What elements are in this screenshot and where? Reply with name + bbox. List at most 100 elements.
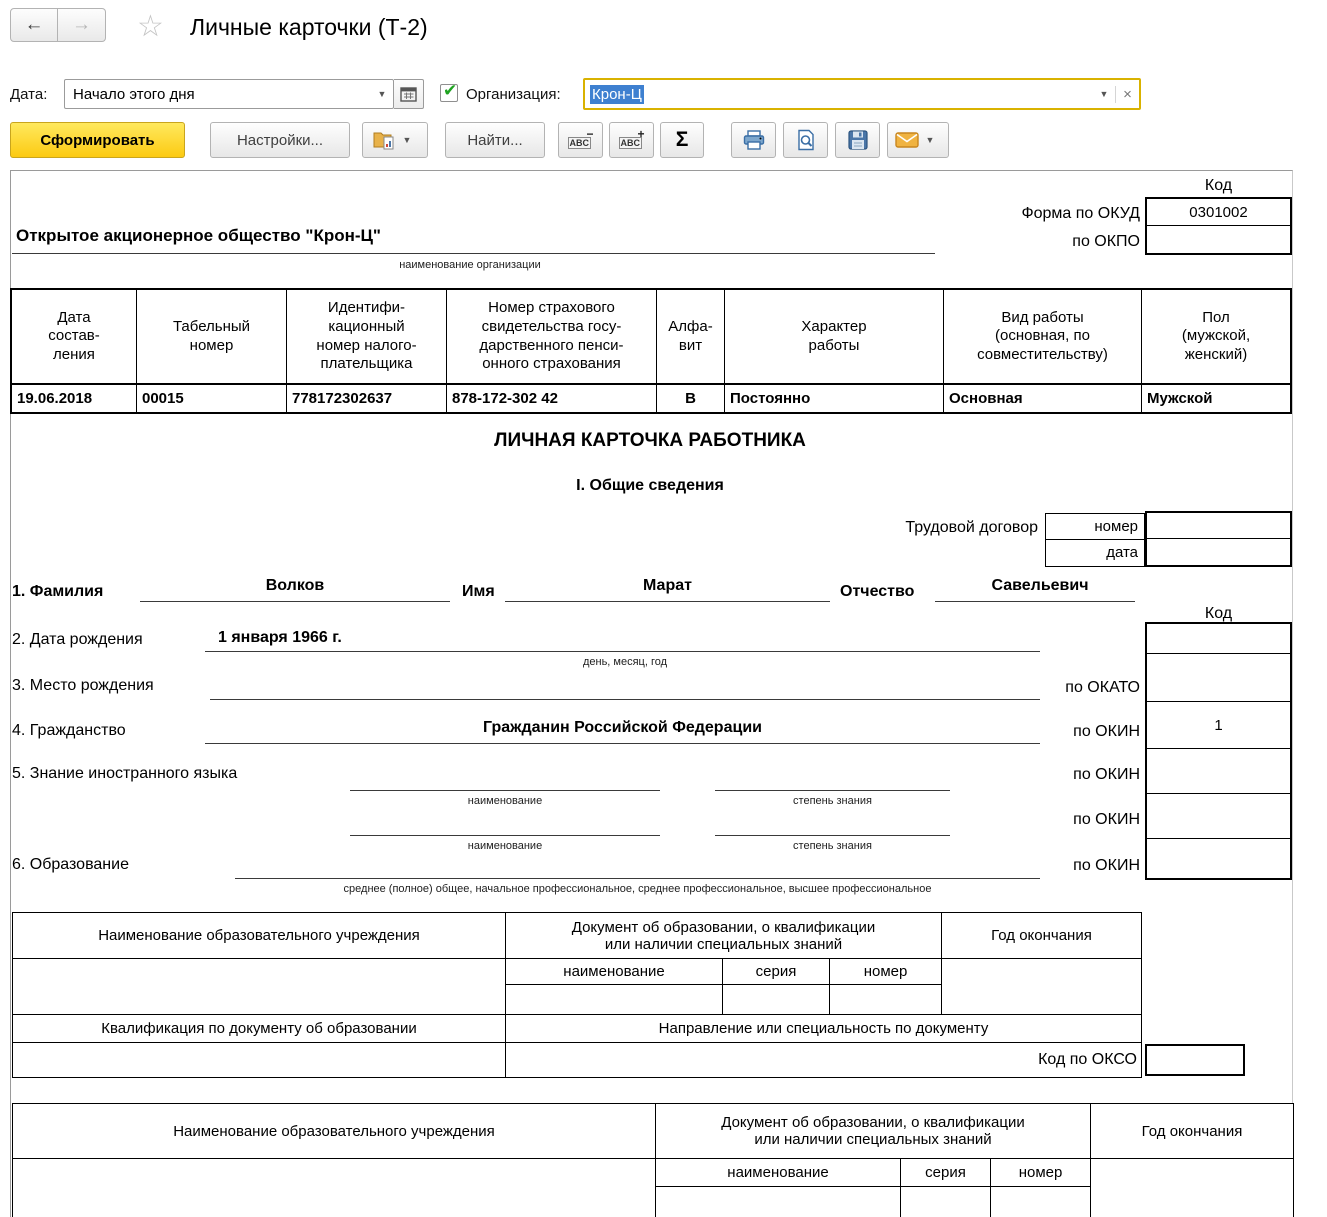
lang1-degree-underline bbox=[715, 790, 950, 791]
section1-code-column: 1 bbox=[1145, 622, 1292, 880]
totals-button[interactable]: Σ bbox=[660, 122, 704, 158]
edu1-year-cell bbox=[942, 959, 1141, 1015]
settings-button[interactable]: Настройки... bbox=[210, 122, 350, 158]
calendar-button[interactable] bbox=[394, 79, 424, 109]
education-underline bbox=[235, 878, 1040, 879]
date-period-value: Начало этого дня bbox=[65, 86, 371, 103]
patronymic-value: Савельевич bbox=[935, 577, 1145, 595]
find-button[interactable]: Найти... bbox=[445, 122, 545, 158]
report-variants-button[interactable]: ▼ bbox=[362, 122, 428, 158]
edu1-doc-name-header: наименование bbox=[506, 959, 723, 985]
cell-snils: 878-172-302 42 bbox=[447, 385, 657, 412]
edu2-doc-series-cell bbox=[901, 1187, 991, 1217]
save-icon bbox=[847, 129, 869, 151]
birthplace-label: 3. Место рождения bbox=[12, 677, 154, 695]
contract-number-label: номер bbox=[1046, 514, 1144, 540]
edu1-doc-series-cell bbox=[723, 985, 830, 1015]
personal-cards-report-window: ←→ ☆ Личные карточки (Т-2) Дата: Начало … bbox=[0, 0, 1327, 1217]
organization-label: Организация: bbox=[466, 86, 561, 103]
chevron-down-icon[interactable]: ▼ bbox=[1093, 89, 1115, 99]
edu1-doc-series-header: серия bbox=[723, 959, 830, 985]
collapse-groups-icon: ABC− bbox=[568, 130, 594, 150]
chevron-down-icon[interactable]: ▼ bbox=[371, 89, 393, 99]
code-column-header: Код bbox=[1145, 177, 1292, 195]
okin-lang1-label: по ОКИН bbox=[990, 766, 1140, 784]
nav-buttons: ←→ bbox=[10, 8, 106, 42]
lang1-name-caption: наименование bbox=[350, 795, 660, 807]
send-mail-button[interactable]: ▼ bbox=[887, 122, 949, 158]
surname-label: 1. Фамилия bbox=[12, 583, 103, 601]
firstname-underline bbox=[505, 601, 830, 602]
print-button[interactable] bbox=[731, 122, 776, 158]
edu1-okso-label: Код по ОКСО bbox=[506, 1043, 1141, 1077]
generate-button[interactable]: Сформировать bbox=[10, 122, 185, 158]
page-title: Личные карточки (Т-2) bbox=[190, 14, 428, 41]
lang2-degree-caption: степень знания bbox=[715, 840, 950, 852]
edu2-institution-cell bbox=[13, 1159, 656, 1217]
lang1-name-underline bbox=[350, 790, 660, 791]
citizenship-underline bbox=[205, 743, 1040, 744]
contract-number-value bbox=[1147, 513, 1290, 539]
edu1-document-header: Документ об образовании, о квалификации … bbox=[506, 913, 942, 959]
cell-date: 19.06.2018 bbox=[12, 385, 137, 412]
edu1-qualification-header: Квалификация по документу об образовании bbox=[13, 1015, 506, 1043]
favorite-star-icon[interactable]: ☆ bbox=[137, 12, 164, 42]
labor-contract-label: Трудовой договор bbox=[830, 519, 1038, 537]
expand-groups-icon: ABC+ bbox=[619, 130, 645, 150]
firstname-label: Имя bbox=[462, 583, 495, 601]
date-period-select[interactable]: Начало этого дня ▼ bbox=[64, 79, 394, 109]
col-header-personnel-no: Табельный номер bbox=[137, 290, 287, 385]
edu2-year-header: Год окончания bbox=[1091, 1104, 1293, 1159]
date-label: Дата: bbox=[10, 86, 47, 103]
expand-groups-button[interactable]: ABC+ bbox=[609, 122, 654, 158]
birthdate-value: 1 января 1966 г. bbox=[218, 629, 342, 647]
collapse-groups-button[interactable]: ABC− bbox=[558, 122, 603, 158]
code-cell-birthdate bbox=[1147, 624, 1290, 654]
col-header-sex: Пол (мужской, женский) bbox=[1142, 290, 1290, 385]
edu1-institution-cell bbox=[13, 959, 506, 1015]
checkmark-icon: ✔ bbox=[443, 81, 457, 101]
col-header-snils: Номер страхового свидетельства госу- дар… bbox=[447, 290, 657, 385]
sum-icon: Σ bbox=[676, 128, 689, 152]
edu2-institution-header: Наименование образовательного учреждения bbox=[13, 1104, 656, 1159]
lang2-name-caption: наименование bbox=[350, 840, 660, 852]
labor-contract-values-box bbox=[1145, 511, 1292, 567]
cell-personnel-no: 00015 bbox=[137, 385, 287, 412]
education-table-1: Наименование образовательного учреждения… bbox=[12, 912, 1142, 1078]
contract-date-value bbox=[1147, 539, 1290, 565]
surname-underline bbox=[140, 601, 450, 602]
birthdate-underline bbox=[205, 651, 1040, 652]
forward-button[interactable]: → bbox=[58, 8, 106, 42]
chevron-down-icon[interactable]: ▼ bbox=[396, 135, 418, 145]
edu2-doc-number-header: номер bbox=[991, 1159, 1091, 1187]
okin-citizenship-label: по ОКИН bbox=[990, 723, 1140, 741]
mail-icon bbox=[895, 131, 919, 149]
clear-field-icon[interactable]: × bbox=[1115, 86, 1139, 103]
chevron-down-icon[interactable]: ▼ bbox=[919, 135, 941, 145]
okin-education-label: по ОКИН bbox=[990, 857, 1140, 875]
edu2-year-cell bbox=[1091, 1159, 1293, 1217]
edu1-qualification-cell bbox=[13, 1043, 506, 1077]
cell-alphabet: В bbox=[657, 385, 725, 412]
report-variants-icon bbox=[372, 129, 396, 151]
organization-input[interactable]: Крон-Ц ▼ × bbox=[583, 78, 1141, 110]
save-button[interactable] bbox=[835, 122, 880, 158]
code-cell-okin-lang2 bbox=[1147, 794, 1290, 839]
calendar-icon bbox=[400, 86, 417, 102]
edu1-year-header: Год окончания bbox=[942, 913, 1141, 959]
okud-okpo-codes-box: 0301002 bbox=[1145, 197, 1292, 255]
edu2-doc-name-cell bbox=[656, 1187, 901, 1217]
edu2-doc-number-cell bbox=[991, 1187, 1091, 1217]
citizenship-label: 4. Гражданство bbox=[12, 722, 126, 740]
col-header-inn: Идентифи- кационный номер налого- плател… bbox=[287, 290, 447, 385]
okato-label: по ОКАТО bbox=[990, 679, 1140, 697]
edu1-doc-number-cell bbox=[830, 985, 942, 1015]
language-label: 5. Знание иностранного языка bbox=[12, 765, 237, 783]
print-preview-button[interactable] bbox=[783, 122, 828, 158]
back-button[interactable]: ← bbox=[10, 8, 58, 42]
col-header-work-type: Вид работы (основная, по совместительств… bbox=[944, 290, 1142, 385]
organization-checkbox[interactable]: ✔ bbox=[440, 84, 458, 102]
edu2-doc-series-header: серия bbox=[901, 1159, 991, 1187]
patronymic-underline bbox=[935, 601, 1135, 602]
education-table-2: Наименование образовательного учреждения… bbox=[12, 1103, 1294, 1217]
